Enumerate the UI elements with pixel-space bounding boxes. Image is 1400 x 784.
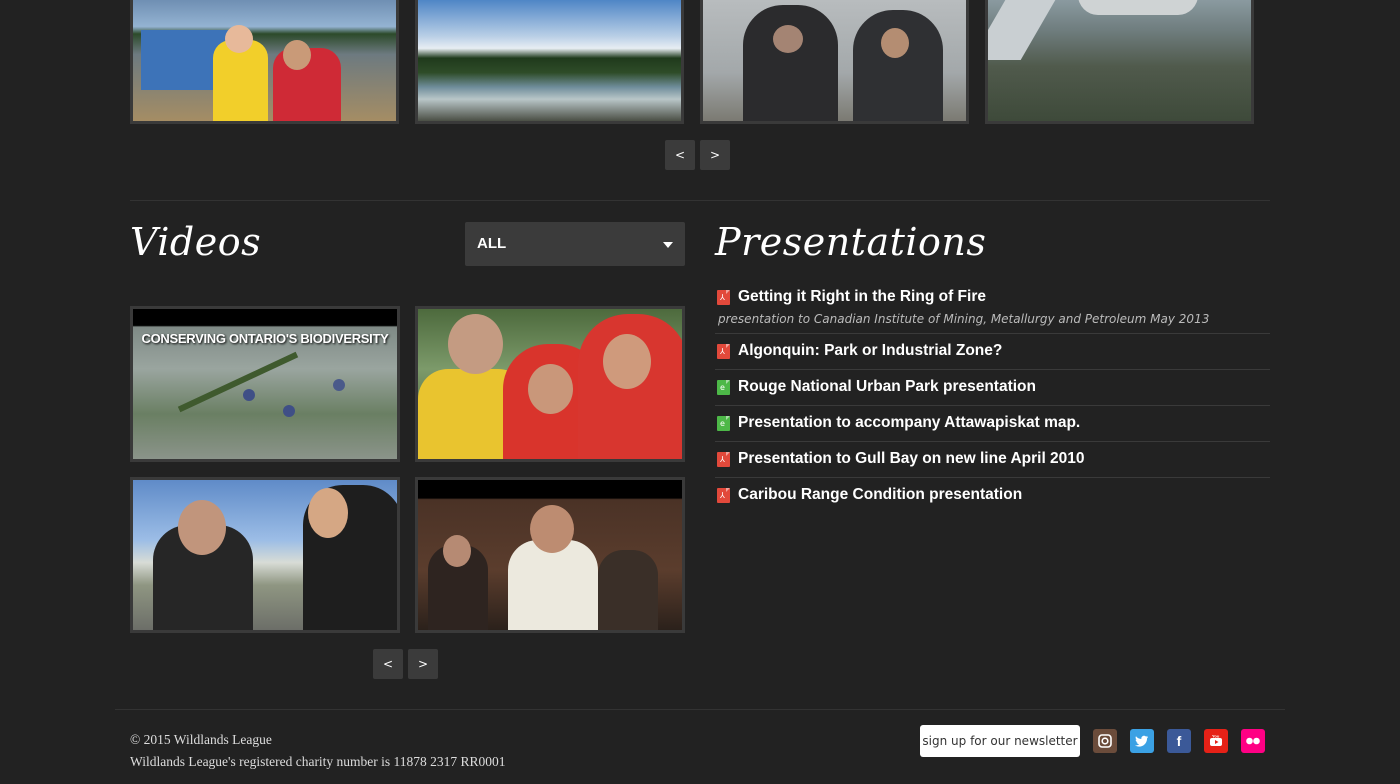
presentation-item: e Rouge National Urban Park presentation (715, 370, 1270, 406)
pdf-icon: ⅄ (717, 289, 730, 305)
newsletter-signup-button[interactable]: sign up for our newsletter (920, 725, 1080, 757)
presentation-link[interactable]: Presentation to Gull Bay on new line Apr… (738, 450, 1085, 468)
presentation-item: ⅄ Getting it Right in the Ring of Fire p… (715, 280, 1270, 334)
section-divider (130, 200, 1270, 201)
flickr-icon[interactable] (1241, 729, 1265, 753)
presentation-item: ⅄ Algonquin: Park or Industrial Zone? (715, 334, 1270, 370)
presentation-link[interactable]: Presentation to accompany Attawapiskat m… (738, 414, 1080, 432)
presentations-list: ⅄ Getting it Right in the Ring of Fire p… (715, 280, 1270, 513)
svg-text:You: You (1212, 734, 1220, 739)
presentation-link[interactable]: Caribou Range Condition presentation (738, 486, 1022, 504)
video-thumbnail-interview[interactable] (130, 477, 400, 633)
videos-heading: Videos (130, 220, 262, 264)
video-thumbnail-press-conference[interactable] (415, 477, 685, 633)
presentation-link[interactable]: Rouge National Urban Park presentation (738, 378, 1036, 396)
videos-prev-button[interactable]: < (373, 649, 403, 679)
pdf-icon: ⅄ (717, 487, 730, 503)
photo-thumbnail-river[interactable] (415, 0, 684, 124)
pdf-icon: ⅄ (717, 451, 730, 467)
presentation-link[interactable]: Algonquin: Park or Industrial Zone? (738, 342, 1002, 360)
footer-divider (115, 709, 1285, 710)
caret-down-icon (663, 242, 673, 248)
video-filter-select[interactable]: ALL (465, 222, 685, 266)
photos-prev-button[interactable]: < (665, 140, 695, 170)
video-caption-text: CONSERVING ONTARIO'S BIODIVERSITY (141, 331, 389, 346)
photos-next-button[interactable]: > (700, 140, 730, 170)
presentation-description: presentation to Canadian Institute of Mi… (718, 312, 1210, 326)
photo-thumbnail-rain-gear[interactable] (700, 0, 969, 124)
video-filter-value: ALL (477, 235, 507, 252)
twitter-icon[interactable] (1130, 729, 1154, 753)
video-thumbnail-three-people[interactable] (415, 306, 685, 462)
presentation-link[interactable]: Getting it Right in the Ring of Fire (738, 288, 986, 306)
facebook-icon[interactable]: f (1167, 729, 1191, 753)
youtube-icon[interactable]: You (1204, 729, 1228, 753)
photo-thumbnail-camp[interactable] (130, 0, 399, 124)
footer-charity-number: Wildlands League's registered charity nu… (130, 754, 506, 769)
web-document-icon: e (717, 379, 730, 395)
photo-thumbnail-aerial[interactable] (985, 0, 1254, 124)
instagram-icon[interactable] (1093, 729, 1117, 753)
web-document-icon: e (717, 415, 730, 431)
presentation-item: ⅄ Caribou Range Condition presentation (715, 478, 1270, 513)
presentation-item: e Presentation to accompany Attawapiskat… (715, 406, 1270, 442)
pdf-icon: ⅄ (717, 343, 730, 359)
presentations-heading: Presentations (715, 220, 987, 264)
footer-copyright: © 2015 Wildlands League (130, 732, 272, 747)
video-thumbnail-biodiversity[interactable]: CONSERVING ONTARIO'S BIODIVERSITY (130, 306, 400, 462)
presentation-item: ⅄ Presentation to Gull Bay on new line A… (715, 442, 1270, 478)
videos-next-button[interactable]: > (408, 649, 438, 679)
